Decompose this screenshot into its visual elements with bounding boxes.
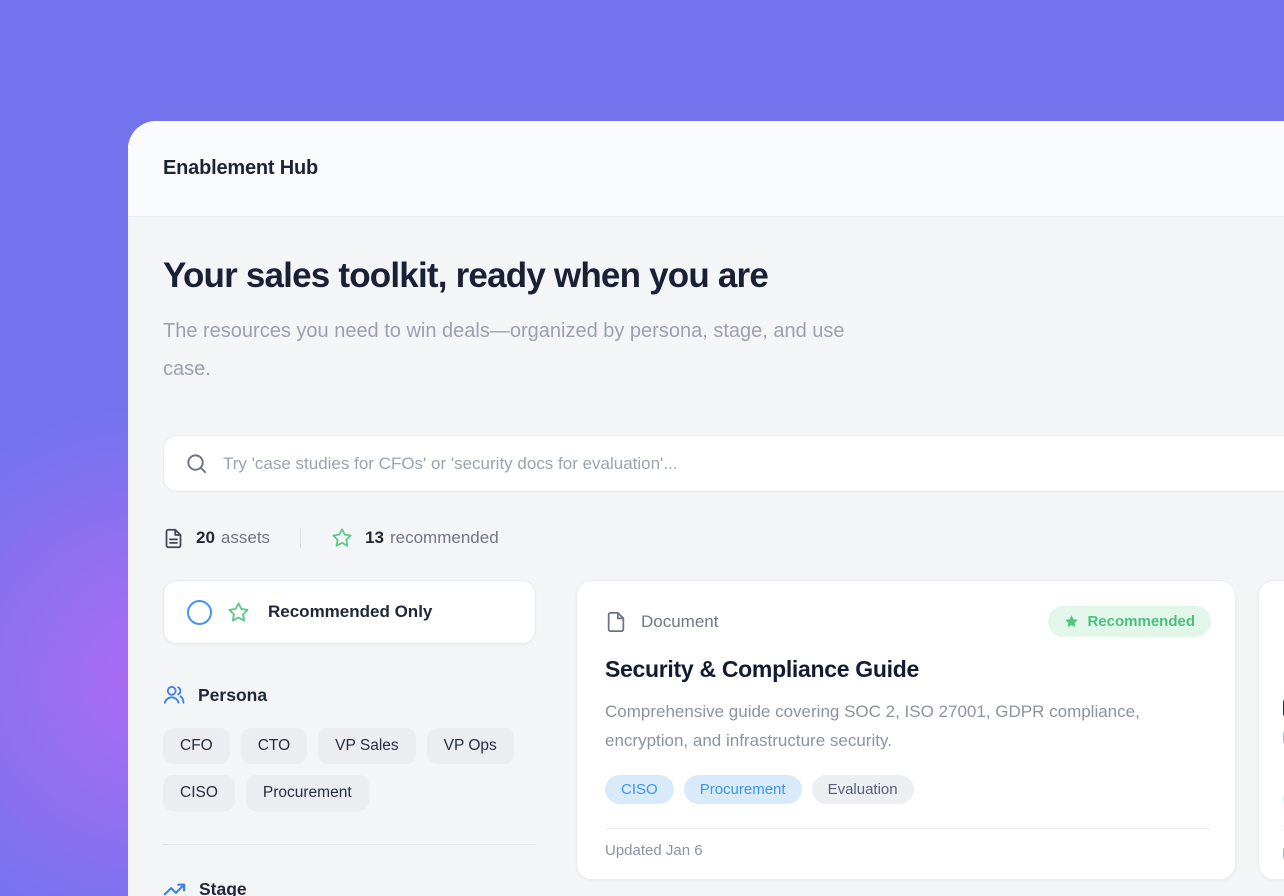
enablement-hub-panel: Enablement Hub Your sales toolkit, ready… (128, 121, 1284, 896)
persona-chip-procurement[interactable]: Procurement (246, 775, 369, 811)
persona-chip-vp-sales[interactable]: VP Sales (318, 728, 415, 764)
star-icon (331, 527, 353, 549)
asset-cards: Document Recommended Security & Complian… (576, 580, 1284, 880)
card-description: Comprehensive guide covering SOC 2, ISO … (605, 697, 1211, 755)
stage-filter-label: Stage (199, 879, 247, 896)
toggle-circle-icon[interactable] (187, 600, 212, 625)
stage-filter-header: Stage (163, 878, 536, 896)
recommended-label: recommended (390, 528, 499, 548)
content-area: Recommended Only Persona CFO (163, 580, 1284, 896)
card-tags: CISO Procurement Evaluation (605, 775, 1211, 804)
card-description-line: Comprehensive guide covering SOC 2, ISO … (605, 697, 1211, 726)
persona-chip-ciso[interactable]: CISO (163, 775, 235, 811)
page-title: Your sales toolkit, ready when you are (163, 256, 1284, 296)
persona-chips: CFO CTO VP Sales VP Ops CISO Procurement (163, 728, 536, 811)
card-type: Document (605, 611, 718, 633)
recommended-only-label: Recommended Only (268, 602, 432, 622)
sidebar-divider (163, 844, 536, 845)
persona-filter-label: Persona (198, 685, 267, 706)
panel-header: Enablement Hub (128, 121, 1284, 217)
search-input[interactable] (223, 454, 1284, 474)
card-updated: Updated Jan 6 (605, 829, 1211, 859)
recommended-only-toggle[interactable]: Recommended Only (163, 580, 536, 644)
persona-chip-cto[interactable]: CTO (241, 728, 307, 764)
assets-count: 20 (196, 528, 215, 548)
trending-up-icon (163, 878, 186, 896)
search-bar[interactable] (163, 435, 1284, 492)
recommended-badge-label: Recommended (1087, 613, 1195, 630)
card-description-line: encryption, and infrastructure security. (605, 726, 1211, 755)
assets-label: assets (221, 528, 270, 548)
tag-evaluation: Evaluation (812, 775, 914, 804)
panel-body: Your sales toolkit, ready when you are T… (128, 256, 1284, 896)
persona-chip-vp-ops[interactable]: VP Ops (427, 728, 514, 764)
file-icon (605, 611, 627, 633)
persona-filter-header: Persona (163, 684, 536, 706)
tag-procurement: Procurement (684, 775, 802, 804)
stats-row: 20 assets 13 recommended (163, 527, 1284, 549)
asset-card-security-compliance-guide[interactable]: Document Recommended Security & Complian… (576, 580, 1236, 880)
card-top-row: Document Recommended (605, 605, 1211, 638)
stats-divider (300, 528, 301, 548)
page-subtitle: The resources you need to win deals—orga… (163, 312, 1284, 388)
app-title: Enablement Hub (163, 157, 318, 180)
card-title: Security & Compliance Guide (605, 656, 1211, 683)
page-subtitle-line: case. (163, 350, 1284, 388)
users-icon (163, 684, 185, 706)
search-icon (185, 452, 208, 475)
filters-sidebar: Recommended Only Persona CFO (163, 580, 536, 896)
file-text-icon (163, 528, 184, 549)
recommended-badge: Recommended (1048, 606, 1211, 637)
page-subtitle-line: The resources you need to win deals—orga… (163, 312, 1284, 350)
recommended-count: 13 (365, 528, 384, 548)
star-icon (227, 601, 250, 624)
persona-chip-cfo[interactable]: CFO (163, 728, 230, 764)
asset-card-partial[interactable] (1258, 580, 1284, 880)
tag-ciso: CISO (605, 775, 674, 804)
star-filled-icon (1064, 614, 1079, 629)
card-type-label: Document (641, 612, 718, 632)
